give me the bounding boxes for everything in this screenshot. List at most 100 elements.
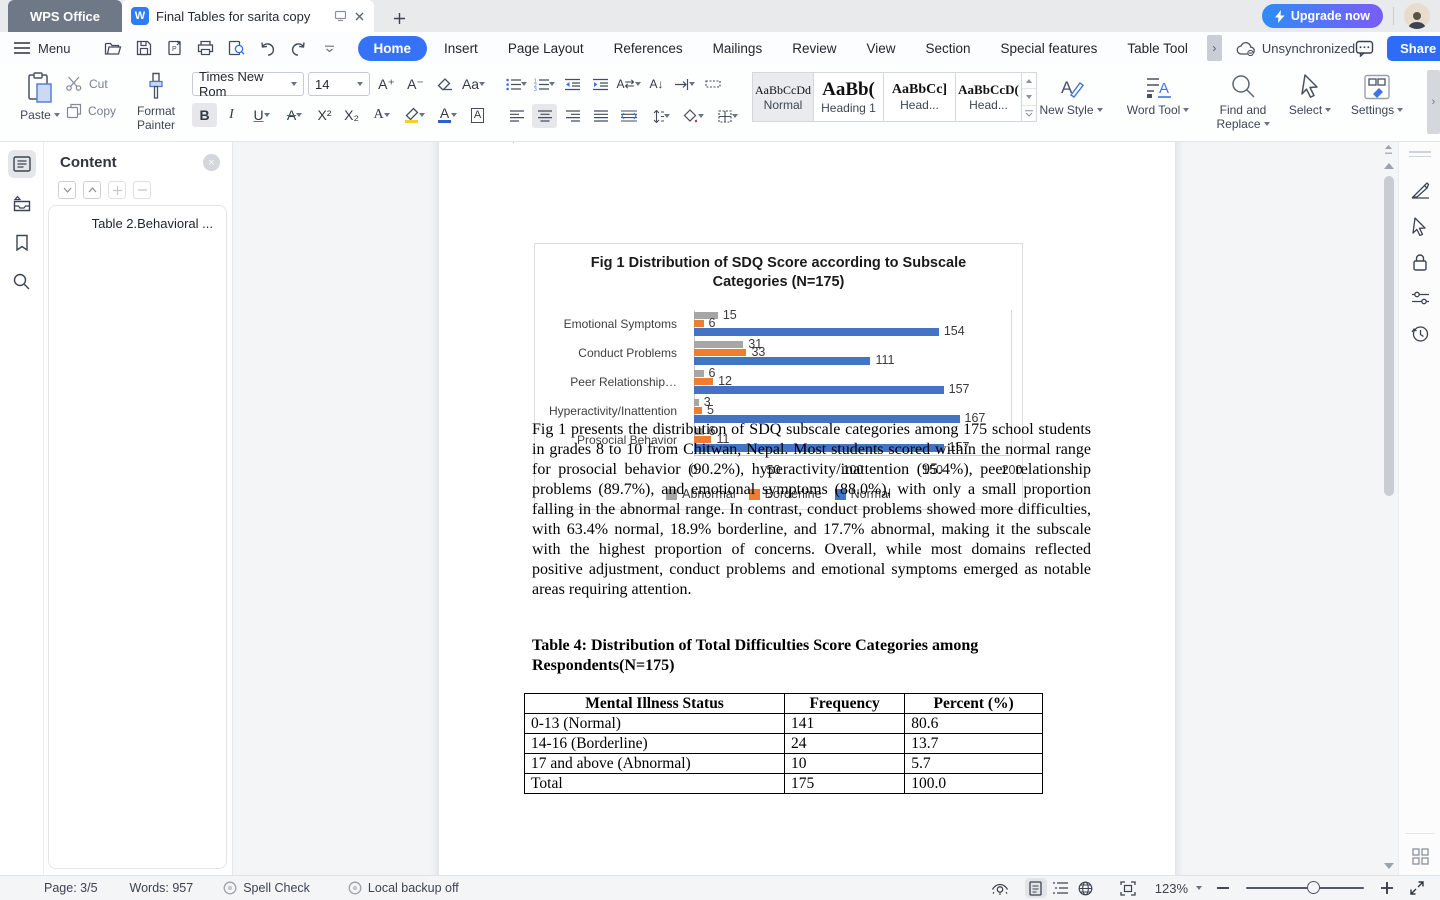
- tab-page-layout[interactable]: Page Layout: [495, 37, 597, 60]
- new-style-button[interactable]: A New Style: [1032, 74, 1110, 117]
- new-tab-button[interactable]: [392, 11, 407, 26]
- style-head-[interactable]: AaBbCc]Head...: [884, 72, 956, 122]
- italic-button[interactable]: I: [219, 103, 244, 127]
- table-cell[interactable]: Total: [525, 774, 785, 794]
- ribbon-expand-icon[interactable]: ›: [1427, 70, 1440, 134]
- format-painter-button[interactable]: Format Painter: [128, 72, 184, 132]
- export-pdf-icon[interactable]: P: [165, 38, 185, 58]
- redo-icon[interactable]: [289, 38, 309, 58]
- distribute-button[interactable]: [616, 104, 641, 128]
- history-icon[interactable]: [1408, 322, 1432, 346]
- content-panel-close-icon[interactable]: ×: [203, 154, 220, 171]
- outline-item[interactable]: Table 2.Behavioral ...: [49, 216, 226, 231]
- numbered-list-button[interactable]: 123: [532, 72, 557, 96]
- bullet-list-button[interactable]: [504, 72, 529, 96]
- tab-pin-icon[interactable]: [334, 10, 347, 22]
- tab-home[interactable]: Home: [358, 36, 428, 61]
- open-file-icon[interactable]: [103, 38, 123, 58]
- backup-status[interactable]: Local backup off: [348, 881, 459, 895]
- tab-table-tool[interactable]: Table Tool: [1114, 37, 1201, 60]
- zoom-level[interactable]: 123%: [1155, 881, 1188, 896]
- table4-heading[interactable]: Table 4: Distribution of Total Difficult…: [532, 636, 1091, 676]
- settings-button[interactable]: Settings: [1342, 74, 1412, 117]
- tab-ruler-button[interactable]: [700, 72, 725, 96]
- outline-view-icon[interactable]: [1050, 878, 1072, 898]
- table-cell[interactable]: 80.6: [905, 714, 1043, 734]
- tab-close-icon[interactable]: [354, 11, 365, 22]
- content-outline-icon[interactable]: [8, 150, 36, 178]
- align-center-button[interactable]: [532, 104, 557, 128]
- print-preview-icon[interactable]: [227, 38, 247, 58]
- subscript-button[interactable]: X₂: [339, 103, 364, 127]
- table-cell[interactable]: 17 and above (Abnormal): [525, 754, 785, 774]
- asian-layout-button[interactable]: A⇄: [616, 72, 641, 96]
- menu-button[interactable]: Menu: [0, 41, 83, 56]
- zoom-in-icon[interactable]: [1376, 878, 1398, 898]
- font-name-select[interactable]: Times New Rom: [192, 72, 304, 96]
- clear-format-button[interactable]: [432, 72, 457, 96]
- tab-insert[interactable]: Insert: [431, 37, 491, 60]
- scrollbar-thumb[interactable]: [1384, 176, 1394, 496]
- increase-font-button[interactable]: A⁺: [374, 72, 399, 96]
- wps-office-tab[interactable]: WPS Office: [8, 0, 122, 32]
- select-tool-icon[interactable]: [1408, 214, 1432, 238]
- outline-expand-icon[interactable]: [58, 181, 76, 199]
- sync-status[interactable]: Unsynchronized: [1236, 41, 1355, 56]
- underline-button[interactable]: U: [246, 103, 277, 127]
- shading-button[interactable]: [678, 104, 709, 128]
- find-replace-button[interactable]: Find and Replace: [1206, 74, 1280, 131]
- bold-button[interactable]: B: [192, 103, 217, 127]
- character-border-button[interactable]: A: [465, 103, 490, 127]
- tab-view[interactable]: View: [853, 37, 908, 60]
- upgrade-now-button[interactable]: Upgrade now: [1262, 4, 1383, 28]
- undo-icon[interactable]: [258, 38, 278, 58]
- strip-drag-handle[interactable]: [1409, 151, 1431, 160]
- table-header-cell[interactable]: Mental Illness Status: [525, 694, 785, 714]
- superscript-button[interactable]: X²: [312, 103, 337, 127]
- tab-references[interactable]: References: [601, 37, 696, 60]
- bookmark-icon[interactable]: [8, 228, 36, 256]
- borders-button[interactable]: [712, 104, 743, 128]
- share-button[interactable]: Share: [1387, 36, 1440, 61]
- text-effects-button[interactable]: A: [366, 103, 397, 127]
- tab-review[interactable]: Review: [779, 37, 849, 60]
- print-icon[interactable]: [196, 38, 216, 58]
- table-cell[interactable]: 100.0: [905, 774, 1043, 794]
- document-page[interactable]: Fig 1 Distribution of SDQ Score accordin…: [439, 142, 1175, 875]
- pen-annotate-icon[interactable]: [1408, 178, 1432, 202]
- word-count[interactable]: Words: 957: [130, 881, 194, 895]
- table-cell[interactable]: 0-13 (Normal): [525, 714, 785, 734]
- align-left-button[interactable]: [504, 104, 529, 128]
- decrease-indent-button[interactable]: [560, 72, 585, 96]
- apps-grid-icon[interactable]: [1408, 844, 1432, 868]
- eye-protection-icon[interactable]: [989, 878, 1011, 898]
- document-viewport[interactable]: Fig 1 Distribution of SDQ Score accordin…: [233, 142, 1398, 875]
- zoom-slider-knob[interactable]: [1307, 881, 1320, 894]
- increase-indent-button[interactable]: [588, 72, 613, 96]
- show-marks-button[interactable]: [672, 72, 697, 96]
- tab-section[interactable]: Section: [913, 37, 984, 60]
- zoom-out-icon[interactable]: [1212, 878, 1234, 898]
- align-right-button[interactable]: [560, 104, 585, 128]
- fullscreen-icon[interactable]: [1406, 878, 1428, 898]
- page-view-icon[interactable]: [1025, 878, 1047, 898]
- todo-tray-icon[interactable]: [8, 189, 36, 217]
- lock-icon[interactable]: [1408, 250, 1432, 274]
- outline-minus-icon[interactable]: [133, 181, 151, 199]
- save-icon[interactable]: [134, 38, 154, 58]
- tab-mailings[interactable]: Mailings: [700, 37, 776, 60]
- table-cell[interactable]: 5.7: [905, 754, 1043, 774]
- table-cell[interactable]: 14-16 (Borderline): [525, 734, 785, 754]
- document-tab[interactable]: W Final Tables for sarita copy: [122, 0, 374, 32]
- change-case-button[interactable]: Aa: [461, 72, 486, 96]
- outline-plus-icon[interactable]: [108, 181, 126, 199]
- tab-special-features[interactable]: Special features: [988, 37, 1111, 60]
- page-indicator[interactable]: Page: 3/5: [44, 881, 98, 895]
- table-header-cell[interactable]: Percent (%): [905, 694, 1043, 714]
- comment-icon[interactable]: [1355, 40, 1374, 57]
- table-cell[interactable]: 13.7: [905, 734, 1043, 754]
- select-button[interactable]: Select: [1282, 74, 1338, 117]
- fit-page-icon[interactable]: [1117, 878, 1139, 898]
- sort-button[interactable]: A↓: [644, 72, 669, 96]
- scroll-up-icon[interactable]: [1384, 163, 1394, 169]
